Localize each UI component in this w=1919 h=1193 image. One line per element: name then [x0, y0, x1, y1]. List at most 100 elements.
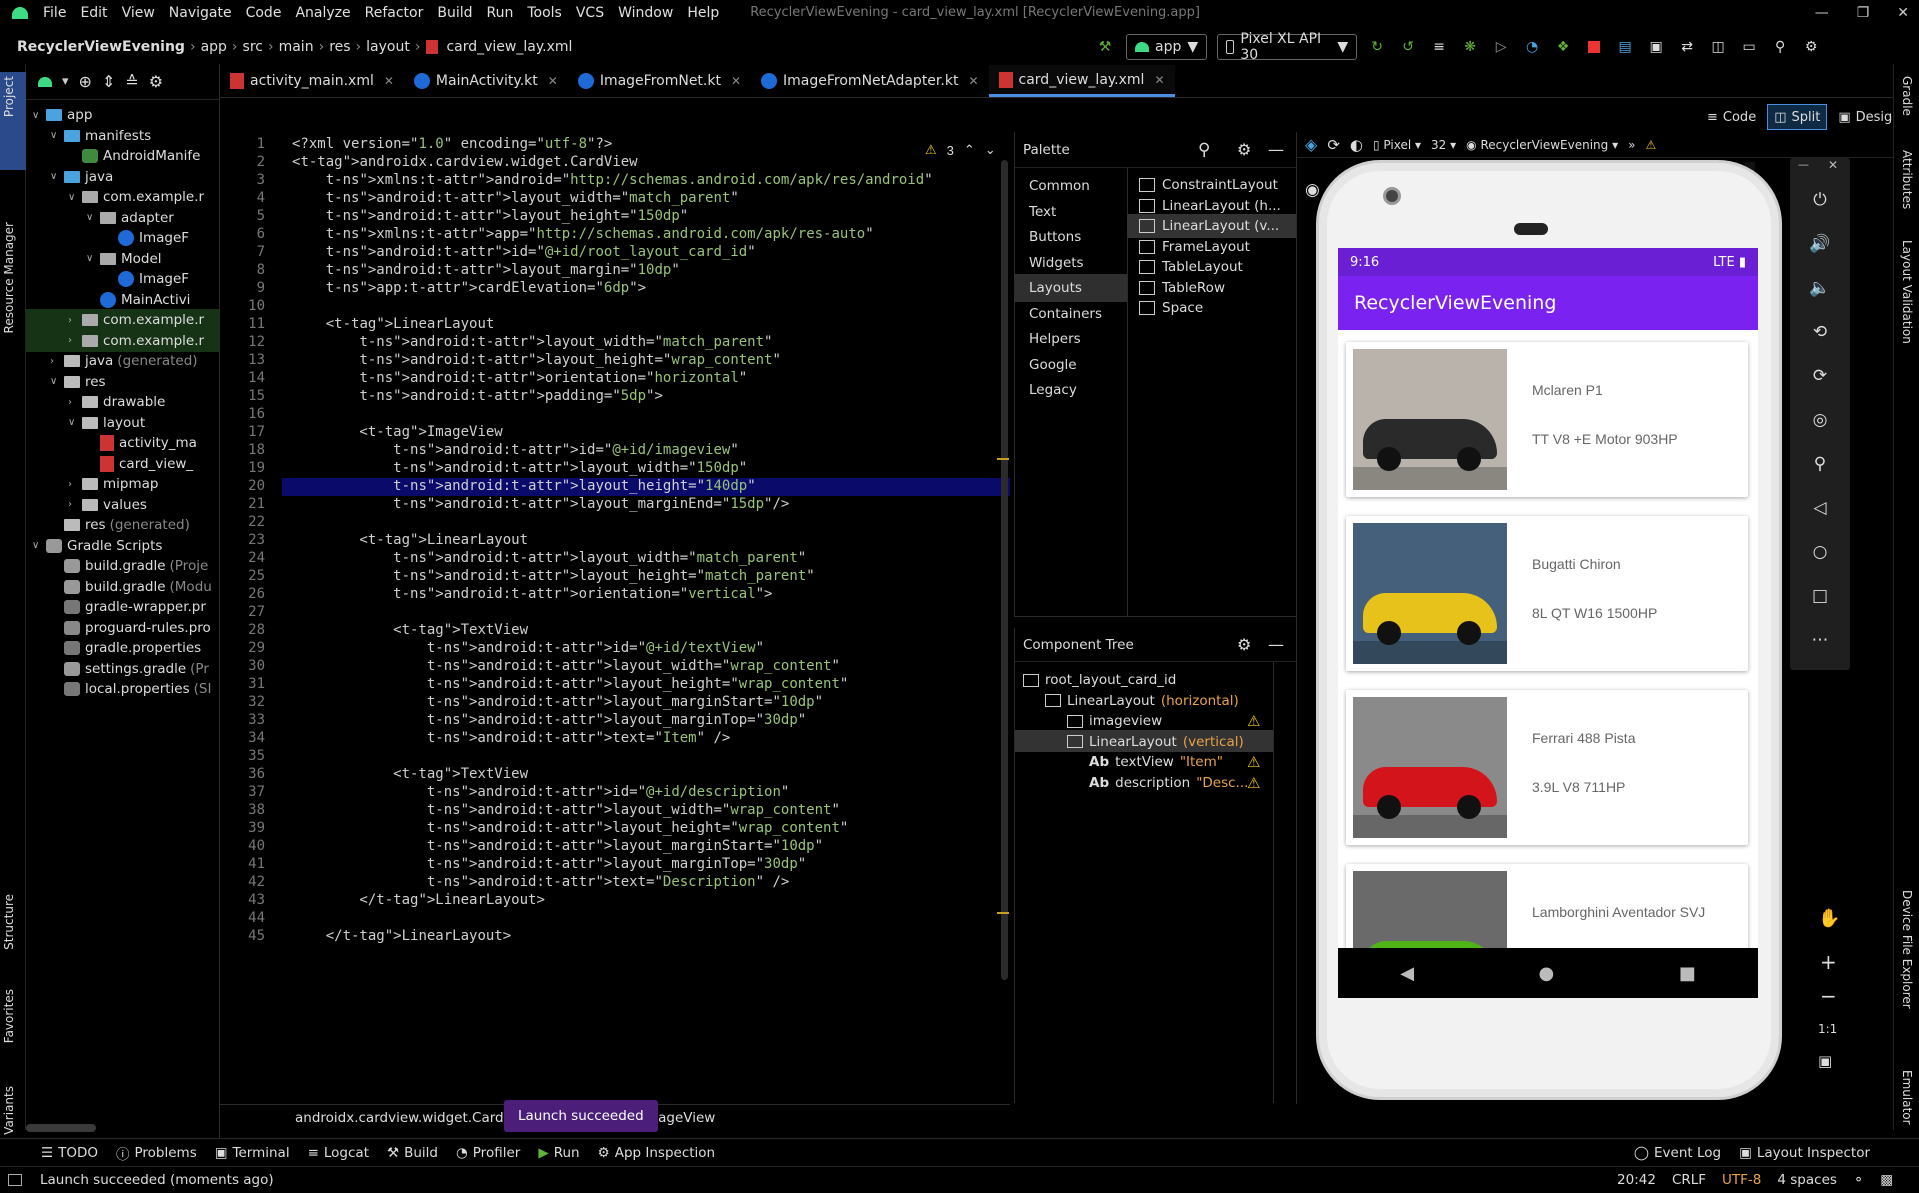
editor-tab[interactable]: activity_main.xml ✕	[220, 65, 404, 97]
eye-icon[interactable]: ◉	[1305, 180, 1320, 200]
project-scrollbar[interactable]	[26, 1124, 96, 1132]
code-line[interactable]: <t-tag">TextView	[292, 766, 528, 782]
tree-item[interactable]: ∨ java	[50, 166, 113, 188]
tree-item[interactable]: local.properties (SI	[50, 678, 211, 700]
code-line[interactable]: t-ns">android:t-attr">layout_width="matc…	[292, 550, 806, 566]
tree-item[interactable]: ImageF	[104, 227, 189, 249]
memory-icon[interactable]: ▩	[1880, 1172, 1893, 1188]
palette-category[interactable]: Common	[1015, 172, 1127, 200]
device-screen[interactable]: 9:16 LTE ▮ RecyclerViewEvening Mclaren P…	[1338, 248, 1758, 998]
status-message[interactable]: Launch succeeded (moments ago)	[40, 1172, 274, 1188]
chevron-down-icon[interactable]: ∨	[68, 417, 82, 428]
tool-tab-gradle[interactable]: Gradle	[1900, 76, 1914, 116]
split-view-button[interactable]: ◫ Split	[1767, 104, 1828, 130]
editor-tab[interactable]: MainActivity.kt ✕	[404, 65, 568, 97]
attach-icon[interactable]: ❖	[1552, 36, 1574, 58]
tree-item[interactable]: MainActivi	[86, 289, 190, 311]
code-line[interactable]: </t-tag">LinearLayout>	[292, 928, 511, 944]
tree-item[interactable]: › com.example.r	[68, 309, 204, 331]
close-tab-icon[interactable]: ✕	[384, 74, 394, 88]
menu-item-run[interactable]: Run	[480, 5, 521, 21]
view-dropdown-icon[interactable]: ▾	[62, 74, 69, 89]
code-line[interactable]: t-ns">android:t-attr">layout_height="wra…	[292, 820, 848, 836]
code-line[interactable]: t-ns">android:t-attr">layout_width="matc…	[292, 190, 739, 206]
theme-select[interactable]: ◉ RecyclerViewEvening ▾	[1466, 138, 1618, 152]
tool-tab-favorites[interactable]: Favorites	[2, 989, 16, 1043]
apply-changes-icon[interactable]: ↺	[1397, 36, 1419, 58]
chevron-down-icon[interactable]: ∨	[32, 540, 46, 551]
tree-item[interactable]: › drawable	[68, 391, 165, 413]
api-select[interactable]: 32 ▾	[1431, 138, 1456, 152]
close-tab-icon[interactable]: ✕	[968, 74, 978, 88]
code-line[interactable]: t-ns">android:t-attr">orientation="horiz…	[292, 370, 747, 386]
rotate-right-icon[interactable]: ⟳	[1808, 364, 1832, 388]
orientation-icon[interactable]: ⟳	[1327, 136, 1340, 154]
settings-icon[interactable]: ⚙	[1800, 36, 1822, 58]
tree-item[interactable]: ∨ Model	[86, 248, 162, 270]
collapse-all-icon[interactable]: ≙	[125, 72, 138, 91]
breadcrumb-item[interactable]: RecyclerViewEvening	[12, 39, 190, 55]
tree-item[interactable]: card_view_	[86, 453, 193, 475]
indent-setting[interactable]: 4 spaces	[1777, 1172, 1837, 1188]
code-line[interactable]: t-ns">android:t-attr">layout_marginTop="…	[292, 856, 806, 872]
tool-tab-device-file-explorer[interactable]: Device File Explorer	[1900, 890, 1914, 1009]
caret-position[interactable]: 20:42	[1617, 1172, 1656, 1188]
chevron-right-icon[interactable]: ›	[50, 356, 64, 367]
palette-category[interactable]: Widgets	[1015, 249, 1127, 277]
code-line[interactable]: t-ns">android:t-attr">layout_width="wrap…	[292, 658, 840, 674]
bottom-tab-todo[interactable]: ☰ TODO	[32, 1145, 107, 1161]
menu-item-help[interactable]: Help	[680, 5, 726, 21]
chevron-down-icon[interactable]: ∨	[86, 212, 100, 223]
chevron-down-icon[interactable]: ∨	[50, 130, 64, 141]
expand-all-icon[interactable]: ⇕	[102, 72, 115, 91]
tree-item[interactable]: › mipmap	[68, 473, 158, 495]
chevron-down-icon[interactable]: ∨	[32, 110, 46, 121]
breadcrumb-item[interactable]: layout	[361, 39, 415, 55]
tree-item[interactable]: AndroidManife	[68, 145, 200, 167]
minimize-icon[interactable]: —	[1798, 158, 1809, 171]
menu-item-navigate[interactable]: Navigate	[162, 5, 239, 21]
warning-icon[interactable]: ⚠	[925, 142, 937, 158]
device-select[interactable]: ▯ Pixel ▾	[1373, 138, 1421, 152]
gear-icon[interactable]: ⚙	[149, 72, 163, 91]
chevron-right-icon[interactable]: ›	[68, 397, 82, 408]
bottom-tab-run[interactable]: ▶ Run	[529, 1145, 588, 1161]
coverage-icon[interactable]: ≡	[1428, 36, 1450, 58]
tree-item[interactable]: › com.example.r	[68, 330, 204, 352]
breadcrumb-item[interactable]: app	[196, 39, 232, 55]
tree-item[interactable]: ∨ res	[50, 371, 106, 393]
bottom-tab-terminal[interactable]: ▣ Terminal	[206, 1145, 299, 1161]
gear-icon[interactable]: ⚙	[1237, 140, 1251, 159]
tree-item[interactable]: ImageF	[104, 268, 189, 290]
file-encoding[interactable]: UTF-8	[1722, 1172, 1761, 1188]
chevron-down-icon[interactable]: ∨	[86, 253, 100, 264]
code-line[interactable]: <t-tag">androidx.cardview.widget.CardVie…	[292, 154, 638, 170]
code-line[interactable]: t-ns">android:t-attr">layout_width="150d…	[292, 460, 747, 476]
code-line[interactable]: t-ns">android:t-attr">layout_marginEnd="…	[292, 496, 789, 512]
stop-icon[interactable]	[1583, 36, 1605, 58]
tool-windows-icon[interactable]	[8, 1173, 22, 1186]
make-hammer-icon[interactable]: ⚒	[1094, 36, 1116, 58]
editor-tab[interactable]: card_view_lay.xml ✕	[988, 65, 1175, 97]
tree-item[interactable]: ∨ layout	[68, 412, 145, 434]
car-card[interactable]: Bugatti Chiron 8L QT W16 1500HP	[1346, 516, 1748, 671]
warning-icon[interactable]: ⚠	[1645, 138, 1656, 152]
overview-icon[interactable]: □	[1808, 584, 1832, 608]
tree-item[interactable]: gradle.properties	[50, 637, 201, 659]
zoom-ratio[interactable]: 1:1	[1818, 1022, 1837, 1036]
tree-item[interactable]: build.gradle (Proje	[50, 555, 208, 577]
tree-item[interactable]: ∨ app	[32, 104, 92, 126]
next-highlight-icon[interactable]: ⌄	[985, 142, 996, 158]
android-icon[interactable]	[38, 76, 52, 87]
palette-category[interactable]: Buttons	[1015, 223, 1127, 251]
home-icon[interactable]: ●	[1539, 963, 1555, 984]
code-editor[interactable]: 1 <?xml version="1.0" encoding="utf-8"?> 2…	[220, 132, 1010, 1104]
home-icon[interactable]: ○	[1808, 540, 1832, 564]
device-select[interactable]: Pixel XL API 30 ▼	[1217, 31, 1358, 63]
tool-tab-project[interactable]: Project	[2, 76, 16, 117]
run-config-select[interactable]: app ▼	[1126, 34, 1208, 60]
close-icon[interactable]: ✕	[1828, 158, 1838, 172]
menu-item-tools[interactable]: Tools	[520, 5, 569, 21]
volume-down-icon[interactable]: 🔈	[1808, 276, 1832, 300]
tool-tab-layout-validation[interactable]: Layout Validation	[1900, 240, 1914, 344]
